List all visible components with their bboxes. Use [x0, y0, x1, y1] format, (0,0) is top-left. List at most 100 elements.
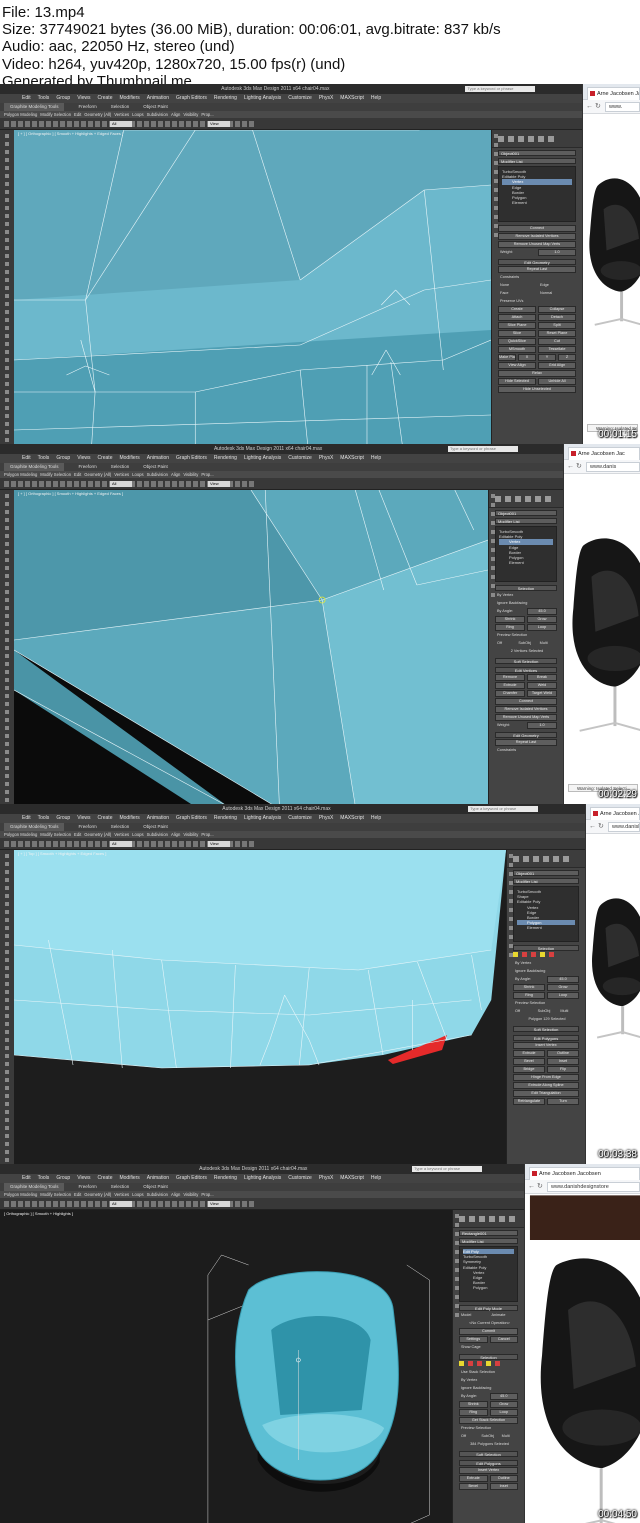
left-tool-icon[interactable] — [5, 1158, 9, 1162]
left-tool-icon[interactable] — [5, 1006, 9, 1010]
subobject-level-icon[interactable] — [531, 952, 536, 957]
command-tab-icon[interactable] — [509, 1216, 515, 1222]
viewport-nav-icon[interactable] — [491, 512, 495, 516]
subobject-level-icon[interactable] — [549, 952, 554, 957]
left-tool-icon[interactable] — [5, 590, 9, 594]
toolbar-tool-icon[interactable] — [186, 481, 191, 487]
viewport-nav-icon[interactable] — [509, 863, 513, 867]
ribbon-tab-selection[interactable]: Selection — [111, 463, 130, 471]
ribbon-panel-subdivision[interactable]: Subdivision — [147, 1192, 168, 1197]
ribbon-panel-polygon-modeling[interactable]: Polygon Modeling — [4, 832, 37, 837]
left-tool-icon[interactable] — [5, 334, 9, 338]
insert-vertex-button[interactable]: Insert Vertex — [513, 1042, 579, 1049]
menu-item-modifiers[interactable]: Modifiers — [119, 1175, 139, 1181]
left-tool-icon[interactable] — [5, 214, 9, 218]
left-tool-icon[interactable] — [5, 926, 9, 930]
hide-selected-button[interactable]: Hide Selected — [498, 378, 536, 385]
menu-item-tools[interactable]: Tools — [38, 455, 50, 461]
x-button[interactable]: X — [518, 354, 536, 361]
command-tab-icon[interactable] — [533, 856, 539, 862]
left-tool-icon[interactable] — [5, 758, 9, 762]
toolbar-tool-icon[interactable] — [179, 841, 184, 847]
turn-button[interactable]: Turn — [547, 1098, 579, 1105]
ribbon-panel-modify-selection[interactable]: Modify Selection — [40, 1192, 71, 1197]
command-tab-icon[interactable] — [469, 1216, 475, 1222]
left-tool-icon[interactable] — [5, 726, 9, 730]
left-tool-icon[interactable] — [5, 294, 9, 298]
left-tool-icon[interactable] — [5, 1078, 9, 1082]
url-field[interactable]: www.danis — [586, 462, 640, 472]
command-panel-tabs[interactable] — [453, 1210, 524, 1228]
ribbon-tab-freeform[interactable]: Freeform — [78, 103, 96, 111]
viewport-nav-icon[interactable] — [491, 521, 495, 525]
subobject-level-icon[interactable] — [468, 1361, 473, 1366]
toolbar-tool-icon[interactable] — [53, 121, 58, 127]
extrude-button[interactable]: Extrude — [495, 682, 525, 689]
toolbar-tool-icon[interactable] — [172, 841, 177, 847]
toolbar-tool-icon[interactable] — [242, 481, 247, 487]
grow-button[interactable]: Grow — [489, 1401, 518, 1408]
left-tool-icon[interactable] — [5, 750, 9, 754]
left-tool-icon[interactable] — [5, 630, 9, 634]
toolbar-tool-icon[interactable] — [249, 1201, 254, 1207]
left-tool-icon[interactable] — [5, 374, 9, 378]
left-tool-icon[interactable] — [5, 878, 9, 882]
toolbar-tool-icon[interactable] — [200, 841, 205, 847]
back-arrow-icon[interactable]: ← — [586, 103, 594, 111]
command-tab-icon[interactable] — [535, 496, 541, 502]
ribbon-tab-object-paint[interactable]: Object Paint — [143, 823, 168, 831]
view-align-button[interactable]: View Align — [498, 362, 536, 369]
object-name-field[interactable]: Object001 — [495, 510, 557, 516]
extrude-button[interactable]: Extrude — [459, 1475, 488, 1482]
relax-button[interactable]: Relax — [498, 370, 576, 377]
ribbon-panel-modify-selection[interactable]: Modify Selection — [40, 112, 71, 117]
toolbar-tool-icon[interactable] — [172, 121, 177, 127]
toolbar-tool-icon[interactable] — [165, 1201, 170, 1207]
viewport-nav-icon[interactable] — [455, 1313, 459, 1317]
left-tool-icon[interactable] — [5, 510, 9, 514]
toolbar-tool-icon[interactable] — [39, 1201, 44, 1207]
modifier-list-dropdown[interactable]: Modifier List — [513, 878, 579, 884]
ribbon-panel-subdivision[interactable]: Subdivision — [147, 832, 168, 837]
viewport-nav-icon[interactable] — [494, 224, 498, 228]
selection-filter-dropdown[interactable]: All — [110, 481, 132, 487]
menu-item-group[interactable]: Group — [56, 1175, 70, 1181]
left-tool-icon[interactable] — [5, 662, 9, 666]
search-input[interactable]: Type a keyword or phrase — [468, 806, 539, 812]
viewport-nav-icon[interactable] — [494, 170, 498, 174]
command-tab-icon[interactable] — [545, 496, 551, 502]
left-tool-icon[interactable] — [5, 638, 9, 642]
toolbar-tool-icon[interactable] — [151, 841, 156, 847]
ribbon-panel-align[interactable]: Align — [171, 1192, 180, 1197]
extrude-button[interactable]: Extrude — [513, 1050, 545, 1057]
ribbon-panel-loops[interactable]: Loops — [132, 472, 143, 477]
toolbar-tool-icon[interactable] — [186, 1201, 191, 1207]
left-tool-icon[interactable] — [5, 342, 9, 346]
modifier-stack[interactable]: Edit Poly TurboSmooth Symmetry Editable Pol… — [459, 1246, 518, 1302]
left-tool-icon[interactable] — [5, 1134, 9, 1138]
modifier-stack[interactable]: TurboSmooth Shape Editable Poly Vertex Edge B… — [513, 886, 579, 942]
shrink-button[interactable]: Shrink — [495, 616, 525, 623]
toolbar-tool-icon[interactable] — [172, 1201, 177, 1207]
ring-button[interactable]: Ring — [513, 992, 545, 999]
ribbon-panel-align[interactable]: Align — [171, 472, 180, 477]
remove-unused-button[interactable]: Remove Unused Map Verts — [498, 241, 576, 248]
menu-item-physx[interactable]: PhysX — [319, 455, 333, 461]
left-tool-icon[interactable] — [5, 958, 9, 962]
toolbar-tool-icon[interactable] — [46, 841, 51, 847]
left-tool-icon[interactable] — [5, 670, 9, 674]
toolbar-tool-icon[interactable] — [88, 481, 93, 487]
ribbon-panel-edit[interactable]: Edit — [74, 112, 81, 117]
menu-item-maxscript[interactable]: MAXScript — [340, 815, 364, 821]
viewport-nav-icon[interactable] — [494, 143, 498, 147]
viewport-nav-icon[interactable] — [455, 1295, 459, 1299]
selection-rollout-header[interactable]: Selection — [459, 1354, 518, 1360]
ribbon-panel-subdivision[interactable]: Subdivision — [147, 472, 168, 477]
left-tool-icon[interactable] — [5, 1070, 9, 1074]
left-tool-icon[interactable] — [5, 1062, 9, 1066]
left-tool-icon[interactable] — [5, 174, 9, 178]
viewport-nav-icon[interactable] — [494, 152, 498, 156]
reference-coordinate-dropdown[interactable]: View — [208, 481, 230, 487]
weld-button[interactable]: Weld — [527, 682, 557, 689]
soft-selection-rollout-header[interactable]: Soft Selection — [459, 1451, 518, 1457]
